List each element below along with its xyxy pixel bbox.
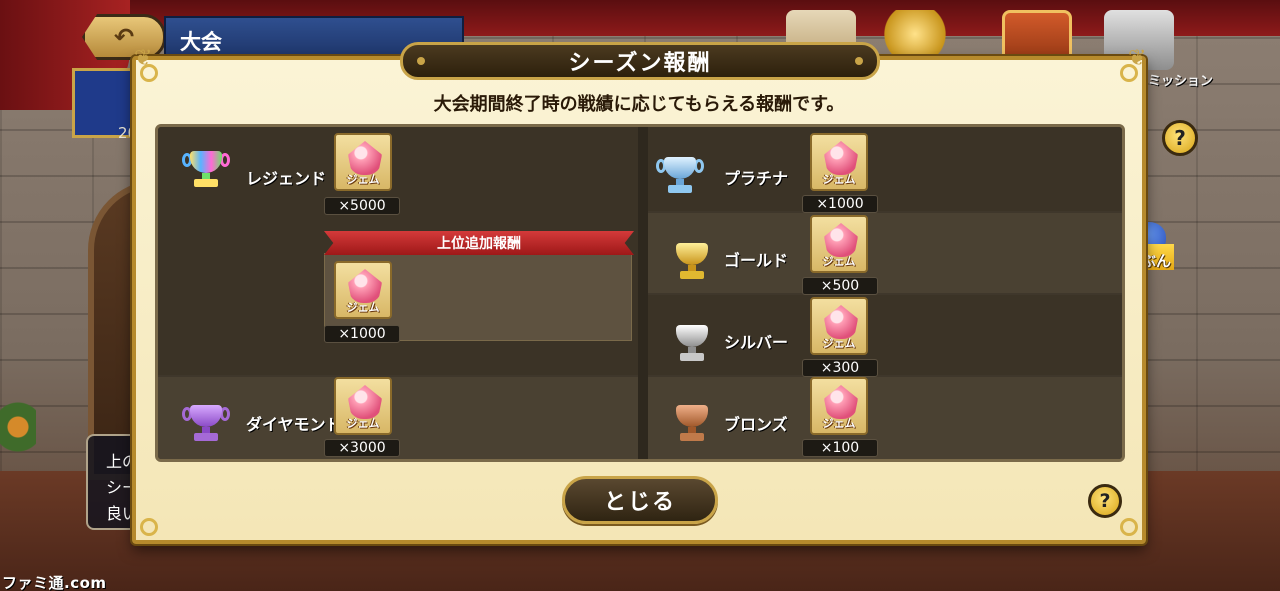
bronze-trophy-icon [668,403,716,443]
platinum-trophy-icon [656,155,704,195]
dialog-subtitle: 大会期間終了時の戦績に応じてもらえる報酬です。 [433,94,845,115]
plate-dot [417,57,425,65]
reward-quantity: ×500 [802,277,878,295]
close-label: とじる [603,490,676,515]
trophy-cup [664,157,696,179]
gem-reward-icon[interactable]: ジェム [334,377,392,435]
reward-cell-diamond: ダイヤモンド ジェム ×3000 [158,377,638,459]
reward-cell-platinum: プラチナ ジェム ×1000 [648,127,1122,213]
gem-reward-icon[interactable]: ジェム [810,297,868,355]
rank-name: シルバー [724,333,789,352]
gem-icon [348,385,382,419]
reward-table: レジェンド ジェム ×5000 上位追加報酬 ジェム ×1000 ダイヤモンド … [155,124,1125,462]
reward-cell-legend: レジェンド ジェム ×5000 上位追加報酬 ジェム ×1000 [158,127,638,375]
reward-quantity: ×100 [802,439,878,457]
item-name: ジェム [822,173,856,186]
close-button[interactable]: とじる [562,476,718,524]
corner-ornament [1120,518,1138,536]
reward-cell-silver: シルバー ジェム ×300 [648,295,1122,377]
gem-icon [824,141,858,175]
legend-trophy-icon [182,149,230,189]
reward-quantity: ×300 [802,359,878,377]
help-icon[interactable]: ? [1162,120,1198,156]
dialog-title: シーズン報酬 [568,51,712,76]
trophy-base [680,433,704,441]
trophy-cup [190,151,222,173]
back-arrow-icon: ↶ [113,23,135,51]
reward-cell-gold: ゴールド ジェム ×500 [648,213,1122,295]
reward-quantity: ×5000 [324,197,400,215]
help-icon[interactable]: ? [1088,484,1122,518]
reward-quantity: ×1000 [324,325,400,343]
gold-trophy-icon [668,241,716,281]
rank-name: ゴールド [724,251,789,270]
plant-decoration [0,400,36,490]
bonus-title: 上位追加報酬 [437,236,521,252]
gem-reward-icon[interactable]: ジェム [810,215,868,273]
trophy-base [680,271,704,279]
item-name: ジェム [822,417,856,430]
rank-name: レジェンド [246,169,327,188]
title-ornament-icon: ❦ [134,46,153,71]
column-divider [638,127,648,459]
trophy-cup [676,325,708,347]
reward-quantity: ×3000 [324,439,400,457]
diamond-trophy-icon [182,403,230,443]
gem-icon [348,141,382,175]
gem-icon [824,223,858,257]
gem-reward-icon[interactable]: ジェム [810,377,868,435]
gem-reward-icon[interactable]: ジェム [334,133,392,191]
gem-reward-icon[interactable]: ジェム [810,133,868,191]
trophy-base [668,185,692,193]
trophy-cup [676,405,708,427]
trophy-base [194,179,218,187]
screen-title: 大会 [180,30,222,54]
dialog-title-plate: シーズン報酬 [400,42,880,80]
gem-icon [348,269,382,303]
rank-name: ブロンズ [724,415,788,434]
corner-ornament [140,518,158,536]
item-name: ジェム [822,255,856,268]
trophy-cup [676,243,708,265]
title-ornament-icon: ❦ [1128,46,1147,71]
rank-name: プラチナ [724,169,789,188]
trophy-base [194,433,218,441]
watermark: ファミ通.com [2,574,107,591]
item-name: ジェム [346,417,380,430]
item-name: ジェム [346,301,380,314]
reward-cell-bronze: ブロンズ ジェム ×100 [648,377,1122,459]
gem-icon [824,385,858,419]
trophy-base [680,353,704,361]
rank-name: ダイヤモンド [246,415,342,434]
item-name: ジェム [346,173,380,186]
plate-dot [855,57,863,65]
silver-trophy-icon [668,323,716,363]
item-name: ジェム [822,337,856,350]
reward-quantity: ×1000 [802,195,878,213]
gem-reward-icon[interactable]: ジェム [334,261,392,319]
trophy-cup [190,405,222,427]
gem-icon [824,305,858,339]
bonus-ribbon: 上位追加報酬 [324,231,634,255]
